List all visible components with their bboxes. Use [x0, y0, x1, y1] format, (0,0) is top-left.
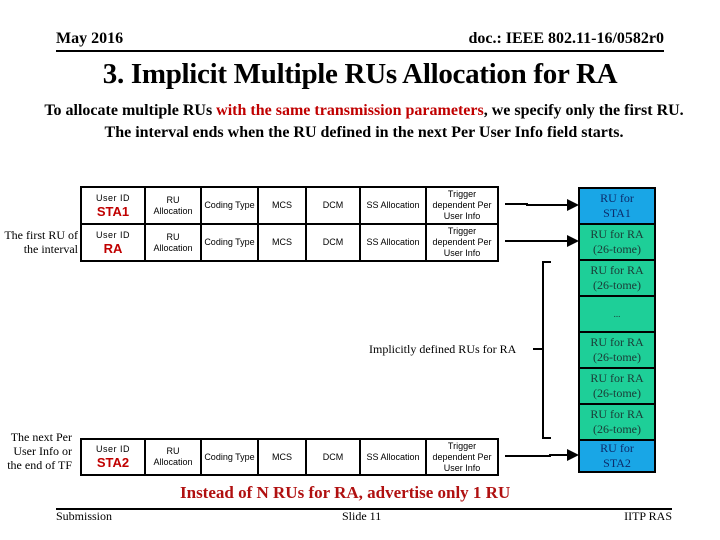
brace-label: Implicitly defined RUs for RA	[369, 342, 517, 356]
arrow-sta2	[505, 449, 579, 461]
footer-organization: IITP RAS	[624, 509, 672, 523]
brace-icon	[533, 261, 551, 439]
footer-slide-number: Slide 11	[342, 509, 382, 523]
bottom-note: Instead of N RUs for RA, advertise only …	[180, 483, 511, 502]
arrow-sta1	[505, 199, 579, 211]
connector-overlay	[505, 199, 579, 461]
footer-submission: Submission	[56, 509, 113, 523]
